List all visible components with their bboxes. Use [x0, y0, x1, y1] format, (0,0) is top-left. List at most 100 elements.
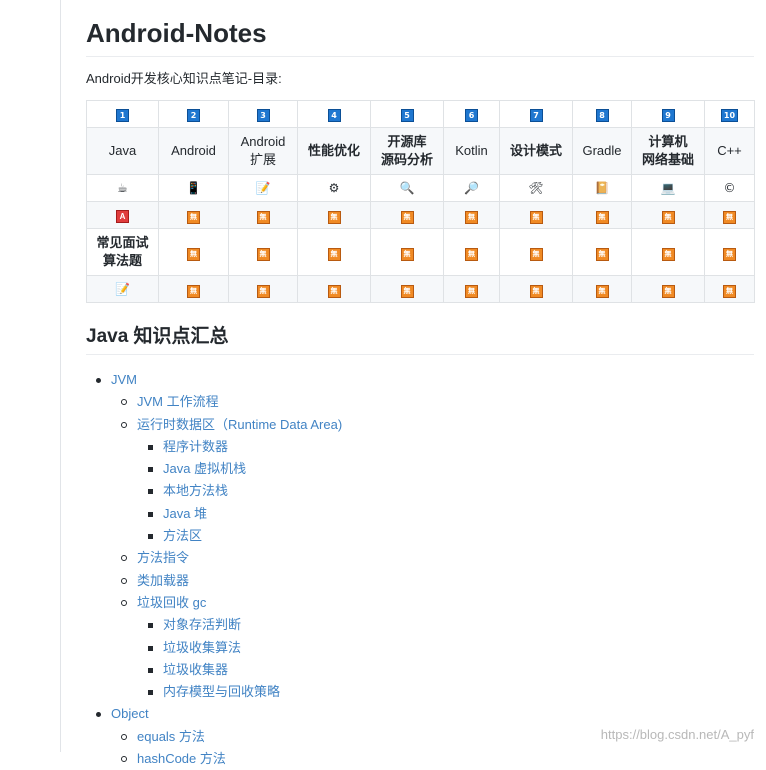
- outline-link[interactable]: 运行时数据区（Runtime Data Area): [137, 417, 342, 432]
- number-badge-icon[interactable]: 5: [400, 109, 414, 122]
- magnifier-icon[interactable]: 🔍: [400, 181, 415, 195]
- outline-link[interactable]: 垃圾回收 gc: [137, 595, 206, 610]
- tools-icon[interactable]: 🛠: [528, 181, 543, 195]
- phone-icon[interactable]: 📱: [186, 181, 201, 195]
- mu-button-icon[interactable]: 無: [723, 248, 736, 261]
- toc-status-cell: 無: [158, 228, 229, 276]
- outline-link[interactable]: 程序计数器: [163, 439, 228, 454]
- mu-button-icon[interactable]: 無: [327, 248, 341, 261]
- mu-button-icon[interactable]: 無: [187, 285, 200, 298]
- bullet-icon: [148, 667, 153, 673]
- number-badge-icon[interactable]: 10: [721, 109, 738, 122]
- mu-button-icon[interactable]: 無: [327, 285, 341, 298]
- outline-link[interactable]: 本地方法栈: [163, 483, 228, 498]
- toc-row: 常见面试 算法题 無 無 無 無 無 無 無 無 無: [86, 228, 755, 276]
- outline-link[interactable]: 方法区: [163, 528, 202, 543]
- outline-link[interactable]: hashCode 方法: [137, 751, 226, 766]
- gear-icon[interactable]: ⚙: [329, 181, 340, 195]
- mu-button-icon[interactable]: 無: [529, 211, 543, 224]
- mu-button-icon[interactable]: 無: [723, 211, 736, 224]
- bullet-icon: [121, 555, 127, 562]
- toc-icon-cell: ⚙: [297, 174, 371, 202]
- mu-button-icon[interactable]: 無: [400, 211, 414, 224]
- mu-button-icon[interactable]: 無: [661, 211, 675, 224]
- number-badge-icon[interactable]: 6: [465, 109, 478, 122]
- mu-button-icon[interactable]: 無: [256, 248, 270, 261]
- memo-icon[interactable]: 📝: [256, 181, 271, 195]
- outline-link[interactable]: 对象存活判断: [163, 617, 241, 632]
- mu-button-icon[interactable]: 無: [400, 248, 414, 261]
- outline-link[interactable]: Java 虚拟机栈: [163, 461, 246, 476]
- mu-button-icon[interactable]: 無: [256, 285, 270, 298]
- mu-button-icon[interactable]: 無: [723, 285, 736, 298]
- number-badge-icon[interactable]: 1: [116, 109, 129, 122]
- number-badge-icon[interactable]: 8: [595, 109, 609, 122]
- bullet-icon: [148, 690, 153, 696]
- outline-link[interactable]: 类加载器: [137, 573, 189, 588]
- outline-link[interactable]: 方法指令: [137, 550, 189, 565]
- copyright-icon[interactable]: ©: [724, 181, 736, 195]
- outline-link[interactable]: Java 堆: [163, 506, 207, 521]
- mu-button-icon[interactable]: 無: [400, 285, 414, 298]
- toc-category-cell[interactable]: Android: [158, 127, 229, 175]
- memo-icon[interactable]: 📝: [115, 282, 130, 296]
- toc-number-cell: 2: [158, 100, 229, 128]
- toc-status-cell: 📝: [86, 275, 159, 303]
- number-badge-icon[interactable]: 7: [529, 109, 543, 122]
- toc-category-cell[interactable]: 性能优化: [297, 127, 371, 175]
- number-badge-icon[interactable]: 2: [187, 109, 200, 122]
- outline-link[interactable]: 垃圾收集器: [163, 662, 228, 677]
- toc-category-cell[interactable]: Kotlin: [443, 127, 500, 175]
- toc-category-cell[interactable]: Java: [86, 127, 159, 175]
- toc-status-cell: 無: [499, 201, 573, 229]
- mu-button-icon[interactable]: 無: [595, 285, 609, 298]
- category-label: 性能优化: [307, 143, 360, 158]
- mu-button-icon[interactable]: 無: [187, 248, 200, 261]
- laptop-icon[interactable]: 💻: [661, 181, 676, 195]
- category-label-line2: 网络基础: [641, 152, 694, 167]
- outline-link[interactable]: equals 方法: [137, 729, 205, 744]
- toc-category-cell[interactable]: C++: [704, 127, 755, 175]
- toc-category-cell[interactable]: 开源库 源码分析: [370, 127, 444, 175]
- mu-button-icon[interactable]: 無: [465, 211, 478, 224]
- a-button-icon[interactable]: A: [116, 210, 129, 223]
- mu-button-icon[interactable]: 無: [661, 248, 675, 261]
- toc-category-cell[interactable]: Android 扩展: [228, 127, 298, 175]
- toc-category-cell[interactable]: 计算机 网络基础: [631, 127, 705, 175]
- outline-link[interactable]: Object: [111, 706, 149, 721]
- outline-link[interactable]: JVM 工作流程: [137, 394, 219, 409]
- toc-category-cell[interactable]: Gradle: [572, 127, 632, 175]
- toc-icon-cell: 📱: [158, 174, 229, 202]
- toc-category-cell[interactable]: 设计模式: [499, 127, 573, 175]
- number-badge-icon[interactable]: 3: [256, 109, 270, 122]
- mu-button-icon[interactable]: 無: [529, 248, 543, 261]
- mu-button-icon[interactable]: 無: [465, 285, 478, 298]
- mu-button-icon[interactable]: 無: [327, 211, 341, 224]
- toc-status-cell: 無: [158, 275, 229, 303]
- mu-button-icon[interactable]: 無: [256, 211, 270, 224]
- bullet-icon: [148, 467, 153, 473]
- outline-item: JVM 工作流程: [86, 391, 754, 413]
- outline-link[interactable]: JVM: [111, 372, 137, 387]
- mu-button-icon[interactable]: 無: [529, 285, 543, 298]
- category-label: Android: [240, 134, 286, 149]
- watermark: https://blog.csdn.net/A_pyf: [600, 727, 754, 742]
- coffee-icon[interactable]: ☕: [117, 181, 128, 195]
- bullet-icon: [121, 399, 127, 406]
- bullet-icon: [96, 378, 101, 383]
- mu-button-icon[interactable]: 無: [187, 211, 200, 224]
- mu-button-icon[interactable]: 無: [661, 285, 675, 298]
- outline-link[interactable]: 垃圾收集算法: [163, 640, 241, 655]
- number-badge-icon[interactable]: 9: [661, 109, 675, 122]
- number-badge-icon[interactable]: 4: [327, 109, 341, 122]
- magnifier-right-icon[interactable]: 🔎: [464, 181, 479, 195]
- notebook-icon[interactable]: 📔: [595, 181, 610, 195]
- outline-link[interactable]: 内存模型与回收策略: [163, 684, 280, 699]
- mu-button-icon[interactable]: 無: [465, 248, 478, 261]
- toc-icon-cell: 💻: [631, 174, 705, 202]
- category-label: 计算机: [648, 134, 688, 149]
- category-label: C++: [717, 143, 742, 158]
- mu-button-icon[interactable]: 無: [595, 211, 609, 224]
- algorithm-category-cell[interactable]: 常见面试 算法题: [86, 228, 159, 276]
- mu-button-icon[interactable]: 無: [595, 248, 609, 261]
